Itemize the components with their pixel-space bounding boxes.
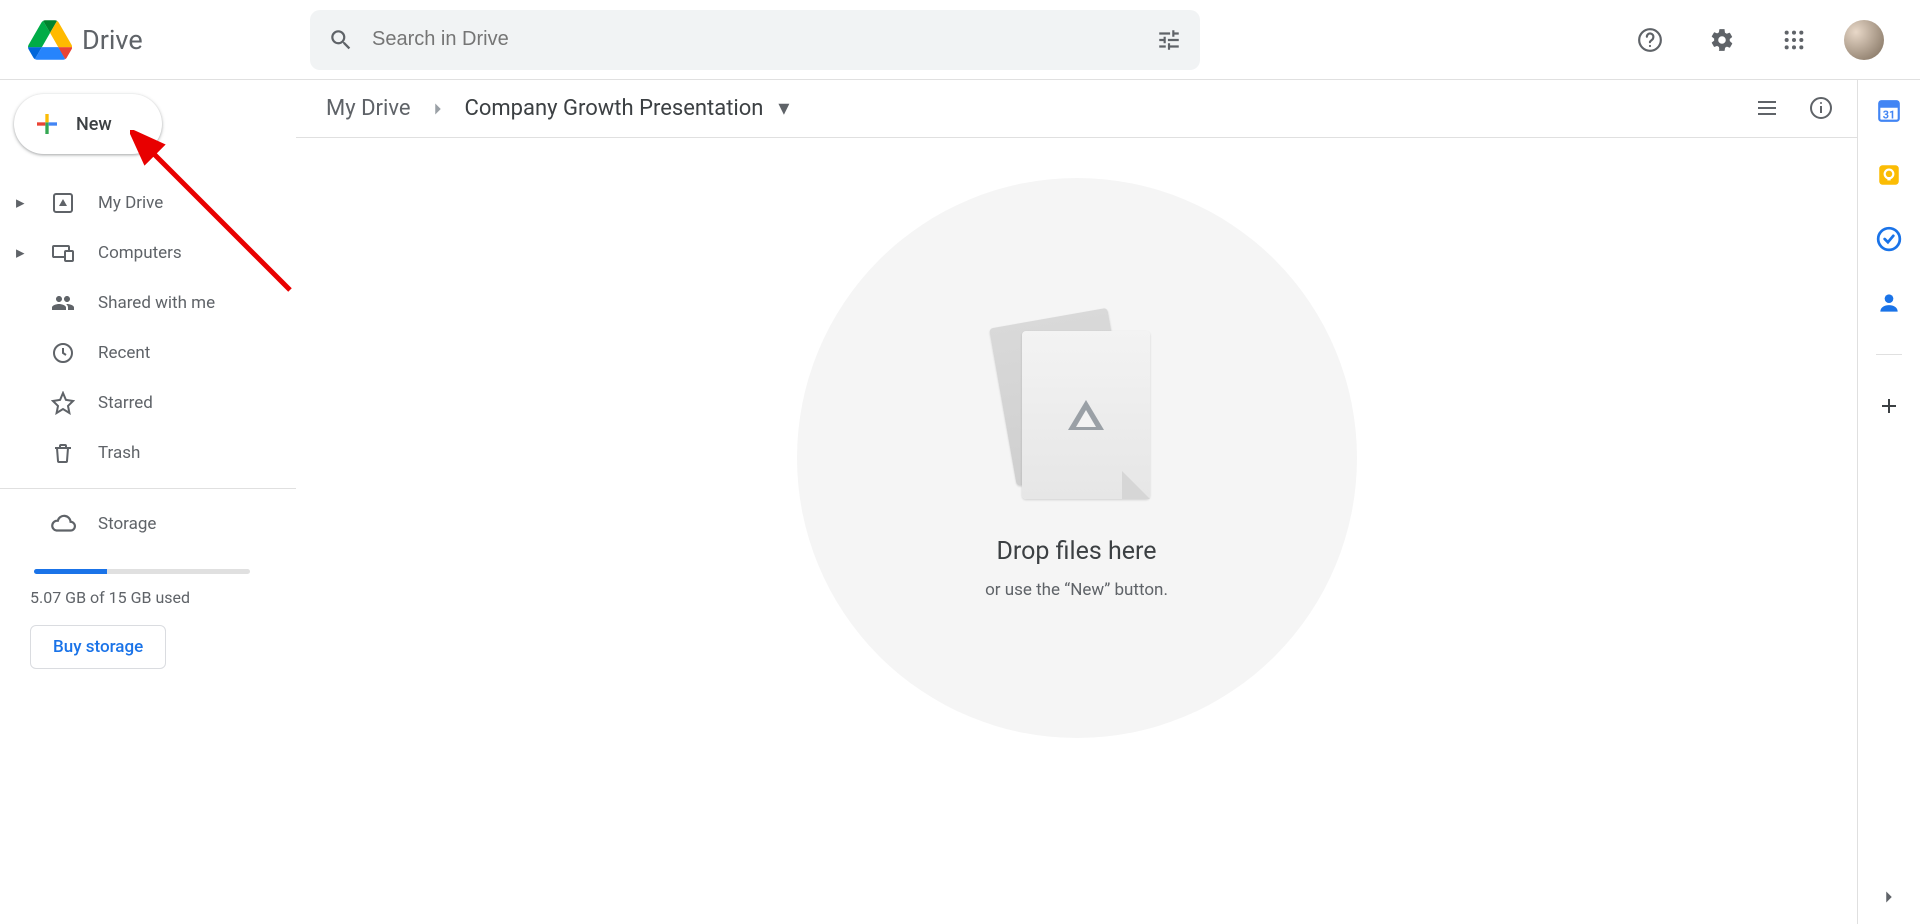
breadcrumb-current[interactable]: Company Growth Presentation ▾	[457, 92, 798, 125]
expand-caret-icon: ▸	[16, 243, 28, 263]
new-button-label: New	[76, 114, 112, 135]
chevron-right-icon	[427, 98, 449, 120]
sidebar-item-label: Computers	[98, 243, 182, 263]
sidebar-item-my-drive[interactable]: ▸ My Drive	[0, 178, 284, 228]
sidebar-item-label: Storage	[98, 514, 156, 534]
account-avatar[interactable]	[1844, 20, 1884, 60]
side-panel-divider	[1876, 354, 1902, 355]
header-bar: Drive	[0, 0, 1920, 80]
trash-icon	[50, 440, 76, 466]
storage-block: 5.07 GB of 15 GB used Buy storage	[0, 549, 296, 669]
sidebar-item-shared[interactable]: Shared with me	[0, 278, 284, 328]
storage-bar	[34, 569, 250, 574]
sidebar-item-label: My Drive	[98, 193, 163, 213]
empty-state-circle: Drop files here or use the “New” button.	[797, 178, 1357, 738]
storage-bar-fill	[34, 569, 107, 574]
list-view-button[interactable]	[1755, 96, 1781, 122]
new-button[interactable]: New	[14, 94, 162, 154]
empty-state-title: Drop files here	[997, 537, 1157, 566]
sidebar-item-starred[interactable]: Starred	[0, 378, 284, 428]
apps-grid-icon	[1783, 29, 1805, 51]
toolbar: My Drive Company Growth Presentation ▾	[296, 80, 1857, 138]
drive-logo-icon	[28, 20, 72, 60]
search-bar[interactable]	[310, 10, 1200, 70]
buy-storage-label: Buy storage	[53, 637, 143, 657]
svg-text:31: 31	[1883, 109, 1895, 122]
breadcrumb-current-label: Company Growth Presentation	[465, 96, 764, 121]
search-input[interactable]	[372, 28, 1156, 51]
plus-icon	[32, 109, 62, 139]
storage-usage-text: 5.07 GB of 15 GB used	[30, 588, 278, 607]
side-panel: 31	[1858, 80, 1920, 924]
settings-button[interactable]	[1700, 18, 1744, 62]
sidebar-item-label: Recent	[98, 343, 150, 363]
main-content: My Drive Company Growth Presentation ▾	[296, 80, 1858, 924]
my-drive-icon	[50, 190, 76, 216]
get-addons-button[interactable]	[1876, 393, 1902, 419]
sidebar-item-label: Starred	[98, 393, 153, 413]
expand-caret-icon: ▸	[16, 193, 28, 213]
computers-icon	[50, 240, 76, 266]
sidebar-item-computers[interactable]: ▸ Computers	[0, 228, 284, 278]
empty-folder-area[interactable]: Drop files here or use the “New” button.	[296, 138, 1857, 924]
gear-icon	[1709, 27, 1735, 53]
search-icon	[328, 27, 354, 53]
sidebar-item-trash[interactable]: Trash	[0, 428, 284, 478]
breadcrumb-root[interactable]: My Drive	[318, 92, 419, 125]
buy-storage-button[interactable]: Buy storage	[30, 625, 166, 669]
recent-icon	[50, 340, 76, 366]
sidebar-item-recent[interactable]: Recent	[0, 328, 284, 378]
side-panel-collapse-button[interactable]	[1876, 884, 1902, 910]
keep-app-icon[interactable]	[1876, 162, 1902, 188]
details-button[interactable]	[1809, 96, 1835, 122]
drive-logo[interactable]: Drive	[20, 20, 290, 60]
help-icon	[1637, 27, 1663, 53]
sidebar-item-storage[interactable]: Storage	[0, 499, 284, 549]
sidebar-item-label: Shared with me	[98, 293, 215, 313]
dropdown-caret-icon: ▾	[773, 96, 790, 121]
empty-state-subtitle: or use the “New” button.	[985, 580, 1168, 600]
apps-button[interactable]	[1772, 18, 1816, 62]
support-button[interactable]	[1628, 18, 1672, 62]
shared-icon	[50, 290, 76, 316]
sidebar-item-label: Trash	[98, 443, 140, 463]
search-options-icon[interactable]	[1156, 27, 1182, 53]
calendar-app-icon[interactable]: 31	[1876, 98, 1902, 124]
sidebar-divider	[0, 488, 296, 489]
empty-state-illustration	[992, 317, 1162, 507]
product-name: Drive	[82, 24, 143, 56]
sidebar: New ▸ My Drive ▸ Computers Shared with m…	[0, 80, 296, 924]
contacts-app-icon[interactable]	[1876, 290, 1902, 316]
cloud-icon	[50, 511, 76, 537]
star-icon	[50, 390, 76, 416]
tasks-app-icon[interactable]	[1876, 226, 1902, 252]
